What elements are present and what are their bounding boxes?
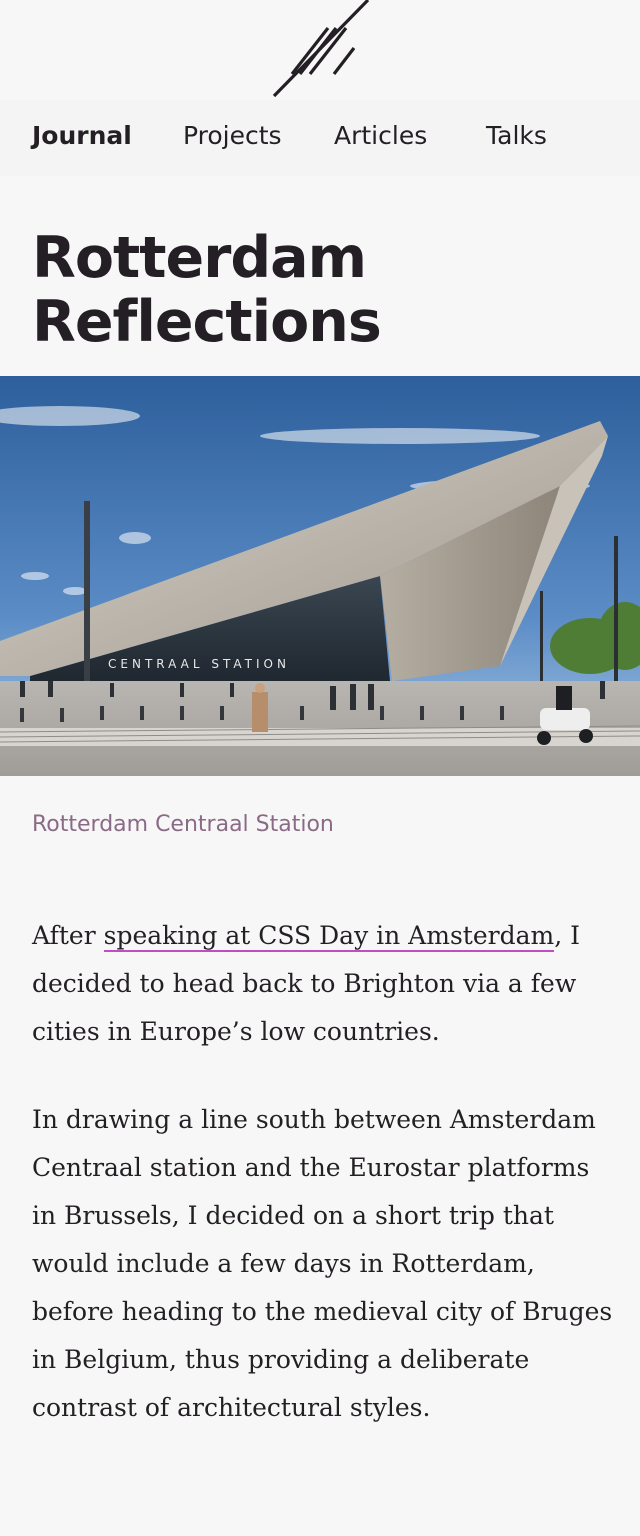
paragraph-intro: After speaking at CSS Day in Amsterdam, …: [32, 912, 617, 1056]
nav-item-articles[interactable]: Articles: [334, 120, 427, 152]
hero-station-sign: CENTRAAL STATION: [108, 657, 290, 671]
css-day-link[interactable]: speaking at CSS Day in Amsterdam: [103, 921, 555, 952]
article-body: After speaking at CSS Day in Amsterdam, …: [32, 912, 617, 1472]
nav-item-projects[interactable]: Projects: [183, 120, 282, 152]
page-title: Rotterdam Reflections: [32, 226, 612, 354]
hero-image: CENTRAAL STATION: [0, 376, 640, 776]
paragraph-route: In drawing a line south between Amsterda…: [32, 1105, 613, 1422]
site-logo-icon[interactable]: [268, 0, 372, 100]
paragraph-text: After: [32, 921, 104, 950]
nav-item-talks[interactable]: Talks: [486, 120, 547, 152]
page-title-line-2: Reflections: [32, 289, 382, 355]
main-nav: Journal Projects Articles Talks: [0, 100, 640, 176]
image-caption: Rotterdam Centraal Station: [32, 812, 334, 837]
nav-item-journal[interactable]: Journal: [32, 120, 132, 152]
page-title-line-1: Rotterdam: [32, 225, 367, 291]
